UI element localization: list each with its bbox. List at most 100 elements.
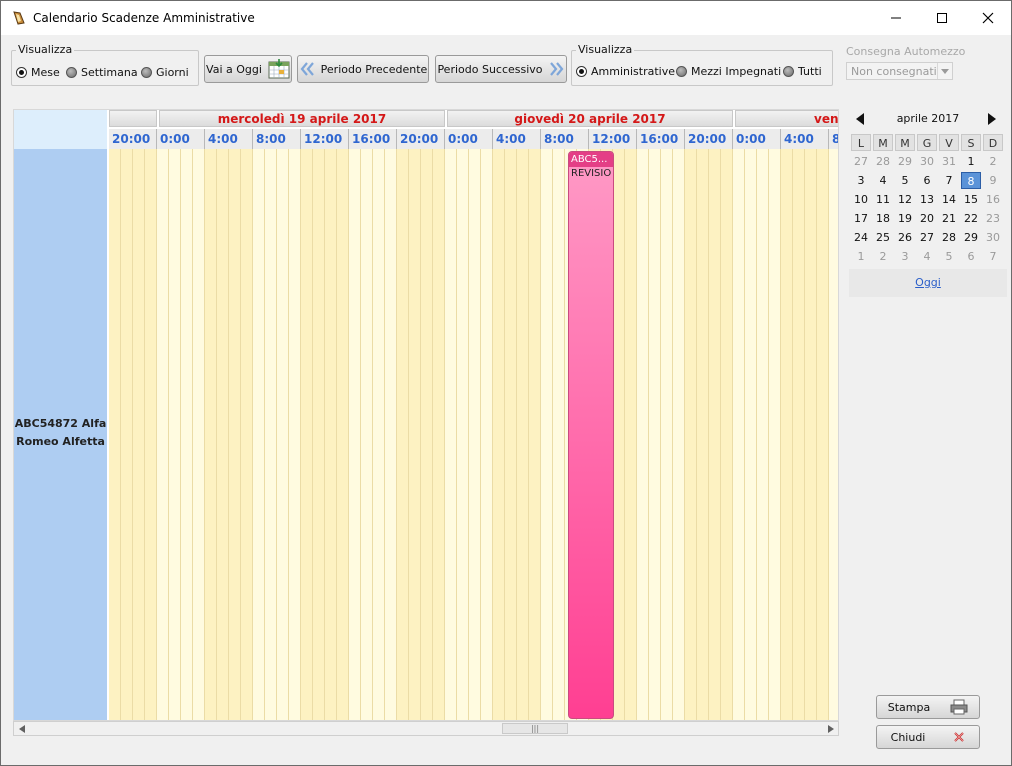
radio-tutti[interactable]: Tutti [783, 65, 822, 78]
calendar-day[interactable]: 25 [873, 229, 893, 246]
next-period-label: Periodo Successivo [437, 62, 543, 76]
radio-settimana[interactable]: Settimana [66, 66, 138, 79]
printer-icon [950, 699, 968, 715]
timeline-slot [553, 149, 565, 720]
maximize-button[interactable] [919, 1, 965, 35]
hour-header: 16:00 [349, 129, 397, 149]
horizontal-scrollbar[interactable]: ||| [13, 721, 839, 736]
hour-header: 4:00 [493, 129, 541, 149]
today-link[interactable]: Oggi [915, 276, 941, 289]
radio-mezzi-impegnati[interactable]: Mezzi Impegnati [676, 65, 781, 78]
calendar-day[interactable]: 2 [873, 248, 893, 265]
app-icon [13, 11, 25, 25]
calendar-day[interactable]: 14 [939, 191, 959, 208]
previous-period-label: Periodo Precedente [320, 62, 428, 76]
timeline-slot [289, 149, 301, 720]
delivery-select[interactable]: Non consegnati [846, 62, 953, 80]
weekday-header: M [895, 134, 915, 151]
calendar-day[interactable]: 27 [851, 153, 871, 170]
calendar-day[interactable]: 3 [851, 172, 871, 189]
hour-header: 4:00 [781, 129, 829, 149]
timeline-slot [457, 149, 469, 720]
scroll-left-icon[interactable] [14, 722, 29, 735]
calendar-day[interactable]: 30 [983, 229, 1003, 246]
radio-amministrative[interactable]: Amministrative [576, 65, 675, 78]
timeline-slot [109, 149, 121, 720]
timeline-slot [733, 149, 745, 720]
calendar-day[interactable]: 28 [873, 153, 893, 170]
calendar-day[interactable]: 9 [983, 172, 1003, 189]
calendar-day[interactable]: 11 [873, 191, 893, 208]
timeline-slot [385, 149, 397, 720]
calendar-day[interactable]: 17 [851, 210, 871, 227]
calendar-day[interactable]: 1 [961, 153, 981, 170]
calendar-day[interactable]: 23 [983, 210, 1003, 227]
window-title: Calendario Scadenze Amministrative [33, 11, 255, 25]
minimize-button[interactable] [873, 1, 919, 35]
go-to-today-button[interactable]: Vai a Oggi [204, 55, 292, 83]
calendar-day[interactable]: 20 [917, 210, 937, 227]
calendar-day[interactable]: 18 [873, 210, 893, 227]
print-button[interactable]: Stampa [876, 695, 980, 719]
calendar-day[interactable]: 24 [851, 229, 871, 246]
delivery-select-value: Non consegnati [851, 65, 937, 78]
hour-header: 8:00 [541, 129, 589, 149]
calendar-day[interactable]: 21 [939, 210, 959, 227]
next-period-button[interactable]: Periodo Successivo [435, 55, 567, 83]
radio-giorni[interactable]: Giorni [141, 66, 189, 79]
calendar-day[interactable]: 7 [939, 172, 959, 189]
timeline-slot [217, 149, 229, 720]
calendar-day[interactable]: 28 [939, 229, 959, 246]
timeline-slot [469, 149, 481, 720]
scroll-right-icon[interactable] [823, 722, 838, 735]
calendar-day[interactable]: 13 [917, 191, 937, 208]
previous-period-button[interactable]: Periodo Precedente [297, 55, 429, 83]
title-bar: Calendario Scadenze Amministrative [1, 1, 1011, 35]
go-to-today-label: Vai a Oggi [206, 62, 262, 76]
dropdown-arrow-icon [937, 63, 952, 79]
calendar-day[interactable]: 30 [917, 153, 937, 170]
calendar-day[interactable]: 15 [961, 191, 981, 208]
timeline-slot [193, 149, 205, 720]
calendar-day[interactable]: 22 [961, 210, 981, 227]
day-header: venerdì 21 aprile 2017 [735, 110, 838, 127]
radio-button [783, 66, 794, 77]
calendar-day[interactable]: 12 [895, 191, 915, 208]
calendar-day[interactable]: 29 [895, 153, 915, 170]
calendar-day[interactable]: 8 [961, 172, 981, 189]
calendar-day[interactable]: 10 [851, 191, 871, 208]
close-button[interactable]: Chiudi [876, 725, 980, 749]
weekday-header: M [873, 134, 893, 151]
calendar-month-label: aprile 2017 [896, 112, 960, 125]
calendar-day[interactable]: 4 [873, 172, 893, 189]
calendar-day[interactable]: 3 [895, 248, 915, 265]
timeline-body[interactable]: ABC5... REVISIO [109, 149, 838, 720]
calendar-day[interactable]: 1 [851, 248, 871, 265]
timeline-slot [517, 149, 529, 720]
calendar-day[interactable]: 16 [983, 191, 1003, 208]
resource-label: ABC54872 Alfa Romeo Alfetta [14, 417, 107, 448]
calendar-day[interactable]: 4 [917, 248, 937, 265]
next-month-icon[interactable] [987, 113, 997, 125]
scroll-thumb[interactable]: ||| [502, 723, 568, 734]
calendar-day[interactable]: 27 [917, 229, 937, 246]
calendar-day[interactable]: 19 [895, 210, 915, 227]
calendar-day[interactable]: 31 [939, 153, 959, 170]
radio-mese[interactable]: Mese [16, 66, 60, 79]
timeline-slot [205, 149, 217, 720]
calendar-day[interactable]: 5 [895, 172, 915, 189]
resource-column: ABC54872 Alfa Romeo Alfetta [14, 149, 107, 720]
calendar-day[interactable]: 6 [917, 172, 937, 189]
event-block[interactable]: ABC5... REVISIO [568, 151, 614, 719]
calendar-day[interactable]: 5 [939, 248, 959, 265]
timeline-slot [805, 149, 817, 720]
calendar-day[interactable]: 6 [961, 248, 981, 265]
calendar-day[interactable]: 26 [895, 229, 915, 246]
close-window-button[interactable] [965, 1, 1011, 35]
calendar-day[interactable]: 29 [961, 229, 981, 246]
calendar-day[interactable]: 7 [983, 248, 1003, 265]
timeline-slot [661, 149, 673, 720]
filter-legend: Visualizza [576, 43, 635, 56]
minimize-icon [891, 17, 901, 19]
calendar-day[interactable]: 2 [983, 153, 1003, 170]
